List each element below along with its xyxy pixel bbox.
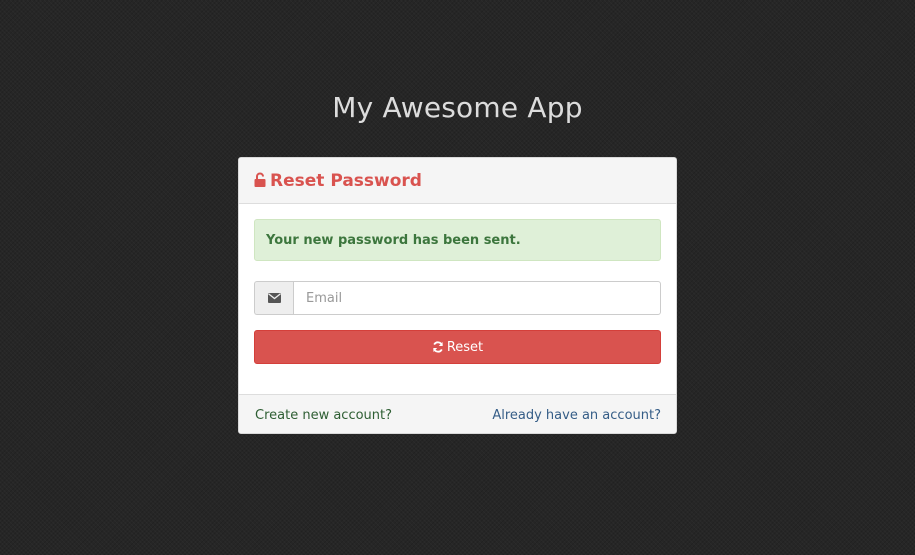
- unlock-icon: [254, 172, 266, 187]
- panel-heading: Reset Password: [239, 158, 676, 204]
- refresh-icon: [432, 341, 444, 353]
- alert-message: Your new password has been sent.: [266, 232, 521, 248]
- panel-footer: Create new account? Already have an acco…: [239, 394, 676, 433]
- reset-button-label: Reset: [446, 339, 484, 355]
- panel-body: Your new password has been sent. Re: [239, 204, 676, 394]
- reset-password-panel: Reset Password Your new password has bee…: [238, 157, 677, 434]
- login-link[interactable]: Already have an account?: [492, 408, 661, 423]
- email-input[interactable]: [293, 281, 661, 315]
- create-account-link[interactable]: Create new account?: [255, 408, 392, 423]
- app-title: My Awesome App: [332, 91, 583, 124]
- success-alert: Your new password has been sent.: [254, 219, 661, 261]
- panel-title: Reset Password: [270, 170, 422, 191]
- email-input-group: [254, 281, 661, 315]
- reset-button[interactable]: Reset: [254, 330, 661, 364]
- envelope-icon: [254, 281, 293, 315]
